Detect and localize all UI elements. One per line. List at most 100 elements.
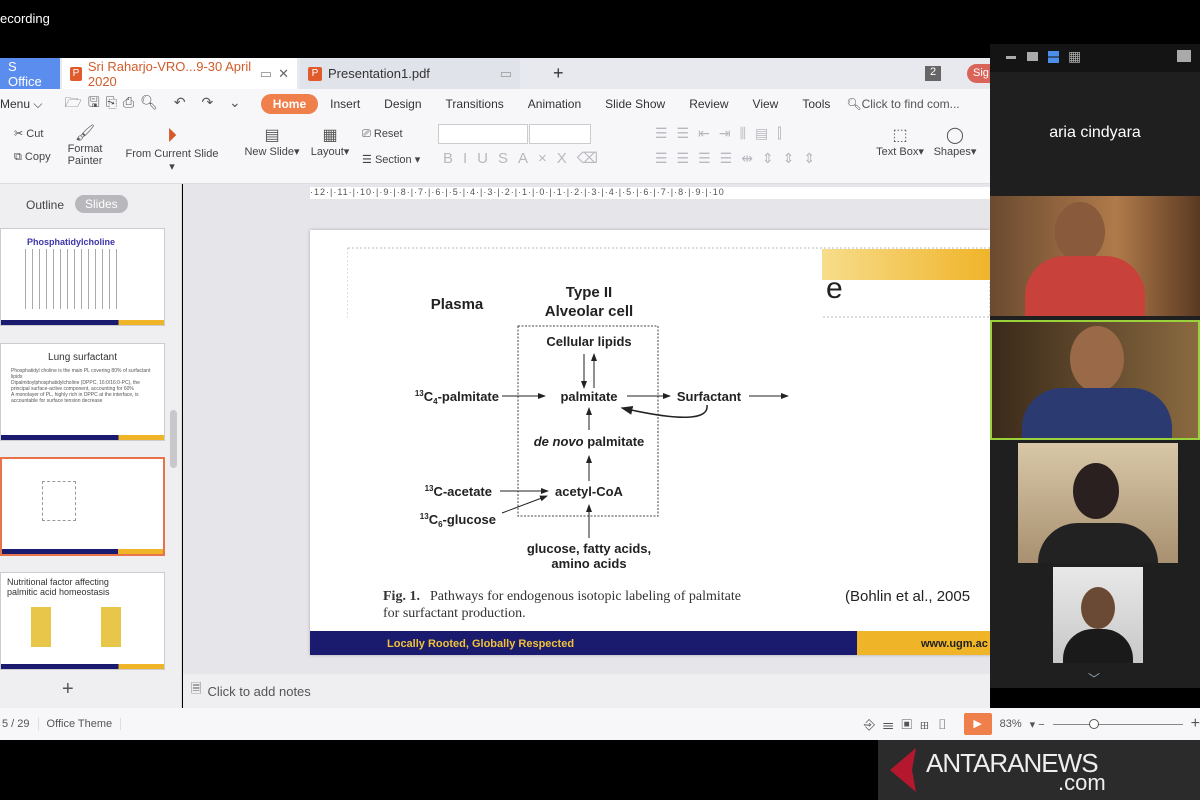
align-icons[interactable]: ☰☰☰☰⇹⇕⇕⇕ (655, 150, 824, 167)
slide-thumbnail[interactable]: Nutritional factor affecting palmitic ac… (0, 572, 165, 670)
speaker-view-icon[interactable] (1027, 52, 1038, 61)
new-slide-button[interactable]: ▤ New Slide▾ (242, 125, 302, 158)
label-plasma: Plasma (431, 296, 484, 313)
participant-video[interactable] (1053, 567, 1143, 663)
label-alveolar-cell: Alveolar cell (545, 303, 633, 320)
copy-icon: ⧉ (14, 151, 22, 163)
zoom-slider[interactable] (1052, 718, 1183, 729)
main-menu-button[interactable]: Menu ⌵ (0, 94, 54, 115)
quick-access-icons[interactable]: 🗁🖫⎘⎙🔍︎ ↶ ↷ ⌄ (64, 92, 246, 116)
zoom-level[interactable]: 83% (1000, 718, 1022, 730)
copy-button[interactable]: ⧉ Copy (14, 151, 51, 164)
figure-caption: Fig. 1. Pathways for endogenous isotopic … (383, 589, 741, 604)
font-size-select[interactable] (529, 124, 591, 144)
menu-label: Menu (0, 96, 31, 111)
menu-bar: Menu ⌵ 🗁🖫⎘⎙🔍︎ ↶ ↷ ⌄ Home Insert Design T… (0, 89, 990, 119)
command-search[interactable]: 🔍︎Click to find com... (846, 97, 959, 111)
shapes-button[interactable]: ◯ Shapes▾ (932, 125, 978, 158)
monitor-icon: ▭ (499, 65, 512, 81)
slide-thumbnail-selected[interactable] (0, 457, 165, 556)
label-de-novo-palmitate: de novo palmitate (534, 434, 645, 449)
presentation-icon: P (70, 66, 82, 81)
footer-url: www.ugm.ac (920, 638, 988, 650)
tab-tools[interactable]: Tools (790, 94, 842, 114)
participant-video[interactable] (1018, 443, 1178, 563)
chevron-down-icon[interactable]: ﹀ (1088, 670, 1100, 687)
label-acetyl-coa: acetyl-CoA (555, 484, 624, 499)
slide[interactable]: e Plasma Type II Alveolar cell Cellular … (310, 230, 990, 655)
title-band (820, 249, 990, 280)
tab-wps-office[interactable]: S Office (0, 58, 60, 89)
tab-outline[interactable]: Outline (26, 198, 64, 212)
strip-view-icon[interactable] (1048, 51, 1059, 63)
section-button[interactable]: ☰ Section ▾ (362, 153, 420, 166)
pdf-icon: P (308, 66, 322, 81)
notes-icon: 🗏 (191, 681, 202, 696)
label-13c6-glucose: 13C6-glucose (420, 512, 496, 529)
tab-label: Sri Raharjo-VRO...9-30 April 2020 (87, 58, 252, 89)
tab-review[interactable]: Review (677, 94, 740, 114)
reset-button[interactable]: ⎚ Reset (362, 128, 403, 141)
text-box-button[interactable]: ⬚ Text Box▾ (872, 125, 928, 158)
tab-label: Presentation1.pdf (328, 66, 430, 81)
paintbrush-icon: 🖌︎ (74, 125, 96, 142)
slide-thumbnail[interactable]: Lung surfactant Phosphatidyl choline is … (0, 343, 165, 441)
add-slide-button[interactable]: + (62, 678, 74, 701)
cut-button[interactable]: ✂ Cut (14, 127, 43, 140)
footer-motto: Locally Rooted, Globally Respected (387, 638, 574, 650)
tab-slide-show[interactable]: Slide Show (593, 94, 677, 114)
participant-video-speaking[interactable] (990, 320, 1200, 440)
slides-panel: Outline Slides Phosphatidylcholine Lung … (0, 184, 182, 708)
thumb-bullets: Phosphatidyl choline is the main PL cove… (11, 368, 151, 404)
slide-title-fragment: e (826, 272, 843, 305)
antaranews-logo-icon (890, 748, 916, 792)
gallery-view-icon[interactable]: ▦ (1068, 48, 1081, 65)
label: Section (374, 154, 412, 166)
new-tab-button[interactable]: + (545, 58, 572, 89)
tab-insert[interactable]: Insert (318, 94, 372, 114)
new-slide-icon: ▤ (264, 127, 280, 144)
ribbon: ✂ Cut ⧉ Copy 🖌︎ Format Painter ⏵ From Curr… (0, 119, 990, 184)
minimize-icon[interactable] (1006, 56, 1016, 59)
paragraph-icons[interactable]: ☰☰⇤⇥⫼▤⫿ (655, 125, 791, 142)
label: Reset (373, 128, 403, 140)
tab-transitions[interactable]: Transitions (434, 94, 516, 114)
participant-video[interactable] (990, 196, 1200, 316)
view-icons[interactable]: ⎆☰▣⊞▯ (864, 716, 956, 733)
zoom-out-button[interactable]: ▾ − (1030, 718, 1045, 731)
slide-thumbnail[interactable]: Phosphatidylcholine (0, 228, 165, 326)
label: Format Painter (67, 143, 103, 167)
theme-name[interactable]: Office Theme (39, 718, 122, 730)
layout-button[interactable]: ▦ Layout▾ (308, 125, 352, 158)
tab-design[interactable]: Design (372, 94, 433, 114)
font-family-select[interactable] (438, 124, 528, 144)
format-painter-button[interactable]: 🖌︎ Format Painter (66, 123, 104, 167)
tab-pdf-document[interactable]: P Presentation1.pdf ▭ (300, 58, 520, 89)
from-current-slide-button[interactable]: ⏵ From Current Slide ▾ (122, 125, 222, 173)
play-slideshow-button[interactable]: ▶ (963, 713, 992, 735)
tab-view[interactable]: View (741, 94, 791, 114)
label-sources-line1: glucose, fatty acids, (527, 541, 651, 556)
search-placeholder: Click to find com... (861, 97, 960, 111)
close-icon[interactable]: ✕ (278, 66, 289, 82)
notes-area[interactable]: 🗏 Click to add notes (183, 674, 990, 708)
font-format-icons[interactable]: BIUSA×X⌫ (443, 149, 608, 167)
video-call-panel: aria cindyara ﹀ (990, 44, 1200, 688)
label-13c4-palmitate: 13C4-palmitate (415, 389, 499, 406)
scrollbar[interactable] (170, 410, 177, 468)
tab-slides[interactable]: Slides (75, 195, 128, 213)
zoom-slider-knob[interactable] (1089, 718, 1100, 729)
thumb-figure (19, 249, 119, 309)
citation: (Bohlin et al., 2005 (845, 588, 970, 605)
tab-home[interactable]: Home (260, 94, 319, 114)
zoom-in-button[interactable]: + (1191, 715, 1200, 733)
label-surfactant: Surfactant (677, 389, 742, 404)
search-icon: 🔍︎ (846, 97, 862, 111)
exit-fullscreen-icon[interactable] (1177, 50, 1191, 62)
thumb-figure (42, 481, 76, 521)
text-box-icon: ⬚ (892, 127, 908, 144)
window-count-badge[interactable]: 2 (925, 66, 941, 81)
tab-animation[interactable]: Animation (516, 94, 593, 114)
tab-active-document[interactable]: P Sri Raharjo-VRO...9-30 April 2020 ▭ ✕ (62, 58, 297, 89)
watermark-domain: .com (1058, 770, 1106, 795)
